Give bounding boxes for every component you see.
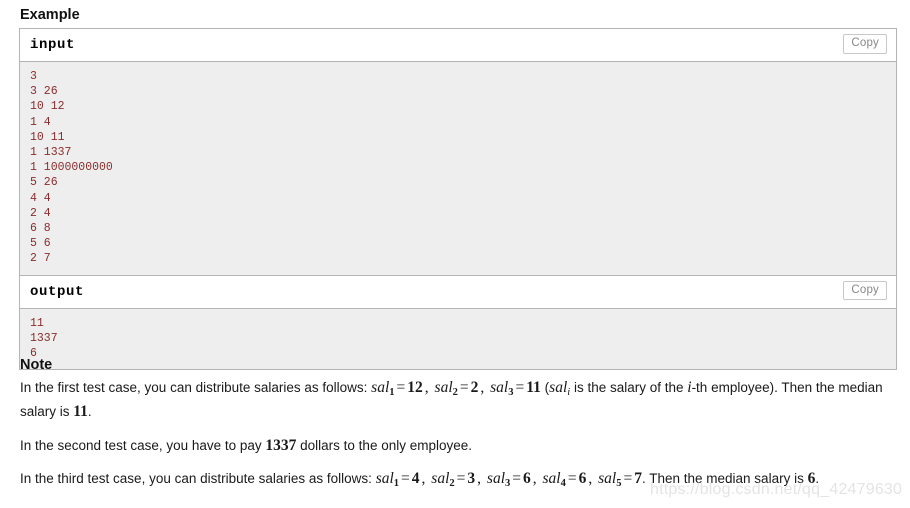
note-paragraph-first-test-case: In the first test case, you can distribu… xyxy=(20,378,892,422)
math-number: 1337 xyxy=(265,436,297,454)
sample-test-output-block: output Copy 11 1337 6 xyxy=(20,274,896,370)
note-text-period: . xyxy=(87,404,92,420)
math-value-1337: 1337 xyxy=(265,437,296,454)
math-value-11: 11 xyxy=(73,403,88,421)
sample-test-input-block: input Copy 3 3 26 10 12 1 4 10 11 1 1337… xyxy=(20,29,896,275)
note-text: In the third test case, you can distribu… xyxy=(20,471,376,487)
math-expression-sal-i: sali xyxy=(549,379,571,398)
note-paragraph-second-test-case: In the second test case, you have to pay… xyxy=(20,436,892,456)
example-heading: Example xyxy=(20,7,80,23)
copy-output-button[interactable]: Copy xyxy=(843,280,887,301)
note-text: dollars to the only employee. xyxy=(296,437,473,453)
note-text: In the first test case, you can distribu… xyxy=(20,380,372,395)
note-heading: Note xyxy=(20,357,53,373)
note-paragraph-third-test-case: In the third test case, you can distribu… xyxy=(20,469,892,493)
output-title-bar: output Copy xyxy=(20,274,896,309)
math-expression-sal1-to-sal5: sal1 = 4, sal2 = 3, sal3 = 6, sal4 = 6, sal5 = 7 xyxy=(375,470,642,490)
note-text: . Then the median salary is xyxy=(641,471,808,487)
input-content: 3 3 26 10 12 1 4 10 11 1 1337 1 10000000… xyxy=(20,62,896,275)
sample-tests-container: input Copy 3 3 26 10 12 1 4 10 11 1 1337… xyxy=(19,28,897,371)
input-label: input xyxy=(30,37,76,53)
note-text: In the second test case, you have to pay xyxy=(20,437,266,453)
problem-statement-page: Example input Copy 3 3 26 10 12 1 4 10 1… xyxy=(0,0,910,508)
note-text-paren-open: ( xyxy=(540,380,550,395)
copy-input-button[interactable]: Copy xyxy=(843,34,887,54)
math-expression-sal1-sal2-sal3: sal1 = 12, sal2 = 2, sal3 = 11 xyxy=(371,379,541,398)
input-title-bar: input Copy xyxy=(20,29,896,62)
note-text-period: . xyxy=(815,471,820,487)
note-body: In the first test case, you can distribu… xyxy=(20,378,892,508)
output-content: 11 1337 6 xyxy=(20,308,896,370)
note-text: is the salary of the xyxy=(570,380,688,395)
output-label: output xyxy=(30,283,85,300)
